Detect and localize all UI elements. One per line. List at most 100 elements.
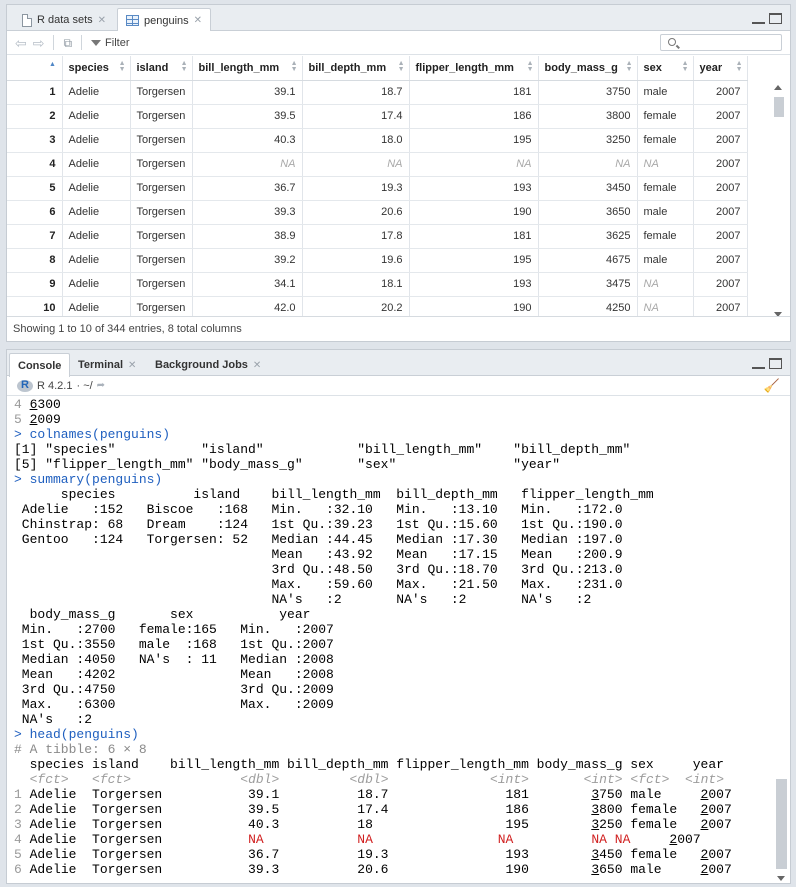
table-row[interactable]: 6 Adelie Torgersen 39.3 20.6 190 3650 male 2007	[7, 200, 748, 225]
table-cell[interactable]: 38.9	[192, 224, 303, 249]
table-cell[interactable]: Adelie	[62, 104, 131, 129]
row-number[interactable]: 1	[7, 80, 63, 105]
table-cell[interactable]: 3800	[538, 104, 638, 129]
table-row[interactable]: 1 Adelie Torgersen 39.1 18.7 181 3750 male 2007	[7, 80, 748, 105]
table-cell[interactable]: 3650	[538, 200, 638, 225]
table-cell[interactable]: Adelie	[62, 224, 131, 249]
table-cell[interactable]: 3750	[538, 80, 638, 105]
table-cell[interactable]: 39.3	[192, 200, 303, 225]
table-cell[interactable]: Torgersen	[130, 152, 193, 177]
scroll-thumb[interactable]	[774, 97, 784, 117]
column-header-bill-length-mm[interactable]: bill_length_mm ▲ ▼	[192, 56, 303, 81]
table-row[interactable]: 5 Adelie Torgersen 36.7 19.3 193 3450 female 200…	[7, 176, 748, 201]
table-cell[interactable]: 4675	[538, 248, 638, 273]
sort-arrows-icon[interactable]: ▲ ▼	[119, 60, 126, 73]
table-cell[interactable]: NA	[302, 152, 410, 177]
table-cell[interactable]: Torgersen	[130, 224, 193, 249]
back-arrow-icon[interactable]: ⇦	[15, 36, 27, 50]
console-vertical-scrollbar[interactable]	[775, 397, 787, 883]
close-icon[interactable]: ✕	[253, 360, 261, 371]
table-row[interactable]: 2 Adelie Torgersen 39.5 17.4 186 3800 female 200…	[7, 104, 748, 129]
table-cell[interactable]: 2007	[693, 128, 748, 153]
table-cell[interactable]: 40.3	[192, 128, 303, 153]
row-number[interactable]: 5	[7, 176, 63, 201]
table-cell[interactable]: Adelie	[62, 272, 131, 297]
sort-arrows-icon[interactable]: ▲ ▼	[626, 60, 633, 73]
table-cell[interactable]: 18.0	[302, 128, 410, 153]
table-cell[interactable]: 39.1	[192, 80, 303, 105]
column-header-rownum[interactable]: ▲	[7, 56, 63, 81]
tab-penguins[interactable]: penguins ✕	[117, 8, 212, 32]
row-number[interactable]: 3	[7, 128, 63, 153]
table-cell[interactable]: male	[637, 200, 694, 225]
minimize-icon[interactable]	[752, 358, 765, 369]
goto-directory-icon[interactable]: ➦	[97, 380, 105, 391]
table-cell[interactable]: Adelie	[62, 152, 131, 177]
table-cell[interactable]: Torgersen	[130, 104, 193, 129]
table-row[interactable]: 4 Adelie Torgersen NA NA NA NA NA 2007	[7, 152, 748, 177]
table-cell[interactable]: 19.6	[302, 248, 410, 273]
working-directory[interactable]: · ~/	[76, 380, 92, 392]
table-cell[interactable]: 181	[409, 224, 539, 249]
table-cell[interactable]: Torgersen	[130, 272, 193, 297]
table-cell[interactable]: 39.5	[192, 104, 303, 129]
maximize-icon[interactable]	[769, 358, 782, 369]
table-cell[interactable]: Adelie	[62, 80, 131, 105]
table-cell[interactable]: 17.4	[302, 104, 410, 129]
column-header-sex[interactable]: sex ▲ ▼	[637, 56, 694, 81]
sort-arrows-icon[interactable]: ▲ ▼	[181, 60, 188, 73]
forward-arrow-icon[interactable]: ⇨	[33, 36, 45, 50]
tab-terminal[interactable]: Terminal ✕	[69, 353, 145, 376]
column-header-flipper-length-mm[interactable]: flipper_length_mm ▲ ▼	[409, 56, 539, 81]
console-output[interactable]: 4 6300 5 2009 > colnames(penguins) [1] "spe…	[7, 397, 777, 883]
sort-arrows-icon[interactable]: ▲ ▼	[682, 60, 689, 73]
table-cell[interactable]: 3450	[538, 176, 638, 201]
row-number[interactable]: 7	[7, 224, 63, 249]
popout-window-icon[interactable]: ⧉	[63, 37, 72, 49]
table-cell[interactable]: Torgersen	[130, 200, 193, 225]
table-cell[interactable]: NA	[409, 152, 539, 177]
table-cell[interactable]: 34.1	[192, 272, 303, 297]
table-cell[interactable]: Torgersen	[130, 80, 193, 105]
column-header-year[interactable]: year ▲ ▼	[693, 56, 748, 81]
scroll-down-icon[interactable]	[777, 876, 785, 881]
table-cell[interactable]: 3625	[538, 224, 638, 249]
table-row[interactable]: 3 Adelie Torgersen 40.3 18.0 195 3250 female 200…	[7, 128, 748, 153]
table-cell[interactable]: 190	[409, 200, 539, 225]
sort-arrows-icon[interactable]: ▲ ▼	[527, 60, 534, 73]
table-cell[interactable]: 2007	[693, 200, 748, 225]
table-cell[interactable]: 3250	[538, 128, 638, 153]
table-cell[interactable]: Adelie	[62, 200, 131, 225]
table-cell[interactable]: female	[637, 176, 694, 201]
sort-arrows-icon[interactable]: ▲ ▼	[736, 60, 743, 73]
table-cell[interactable]: 2007	[693, 104, 748, 129]
table-cell[interactable]: female	[637, 104, 694, 129]
tab-r-data-sets[interactable]: R data sets ✕	[13, 8, 115, 31]
close-icon[interactable]: ✕	[128, 360, 136, 371]
sort-arrows-icon[interactable]: ▲ ▼	[291, 60, 298, 73]
row-number[interactable]: 4	[7, 152, 63, 177]
table-cell[interactable]: 195	[409, 248, 539, 273]
close-icon[interactable]: ✕	[98, 15, 106, 26]
table-cell[interactable]: Torgersen	[130, 128, 193, 153]
maximize-icon[interactable]	[769, 13, 782, 24]
table-cell[interactable]: 20.6	[302, 200, 410, 225]
table-cell[interactable]: 181	[409, 80, 539, 105]
table-cell[interactable]: 186	[409, 104, 539, 129]
row-number[interactable]: 6	[7, 200, 63, 225]
table-cell[interactable]: 2007	[693, 80, 748, 105]
scroll-up-icon[interactable]	[774, 85, 782, 90]
row-number[interactable]: 8	[7, 248, 63, 273]
table-cell[interactable]: 2007	[693, 248, 748, 273]
table-cell[interactable]: 39.2	[192, 248, 303, 273]
sort-arrows-icon[interactable]: ▲	[49, 61, 56, 68]
table-cell[interactable]: 193	[409, 176, 539, 201]
table-cell[interactable]: NA	[637, 272, 694, 297]
column-header-island[interactable]: island ▲ ▼	[130, 56, 193, 81]
table-row[interactable]: 7 Adelie Torgersen 38.9 17.8 181 3625 female 200…	[7, 224, 748, 249]
table-cell[interactable]: 2007	[693, 224, 748, 249]
table-cell[interactable]: Adelie	[62, 128, 131, 153]
table-cell[interactable]: Torgersen	[130, 248, 193, 273]
row-number[interactable]: 9	[7, 272, 63, 297]
table-cell[interactable]: 2007	[693, 272, 748, 297]
